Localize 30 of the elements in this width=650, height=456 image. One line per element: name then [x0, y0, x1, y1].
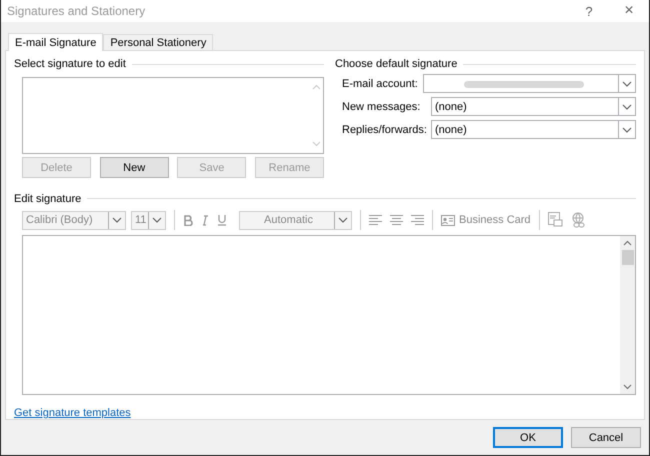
chevron-down-icon — [112, 217, 122, 224]
tab[interactable]: Personal Stationery — [103, 34, 214, 50]
window-title: Signatures and Stationery — [7, 4, 146, 18]
section-heading: Edit signature — [14, 192, 82, 205]
dropdown[interactable] — [423, 74, 636, 93]
close-button[interactable]: × — [609, 0, 649, 22]
chevron-up-icon[interactable] — [623, 240, 632, 246]
chevron-down-icon — [338, 217, 348, 224]
section-heading: Select signature to edit — [14, 58, 126, 70]
chevron-down-icon — [622, 80, 632, 86]
field-label: New messages: — [342, 100, 422, 112]
chevron-down-icon[interactable] — [623, 384, 632, 390]
scroll-thumb[interactable] — [622, 250, 634, 266]
tab[interactable]: E-mail Signature — [8, 33, 104, 51]
section-heading: Choose default signature — [335, 58, 458, 70]
chevron-down-icon — [622, 126, 632, 132]
signature-action-button[interactable]: New — [100, 157, 169, 178]
dialog-button[interactable]: OK — [493, 427, 563, 448]
dropdown[interactable]: (none) — [431, 120, 636, 139]
chevron-down-icon — [622, 104, 632, 110]
field-label: E-mail account: — [342, 78, 419, 90]
scrollbar[interactable] — [620, 236, 635, 394]
chevron-down-icon — [152, 217, 162, 224]
field-label: Replies/forwards: — [342, 124, 428, 136]
signature-list[interactable] — [22, 77, 324, 154]
dialog-button[interactable]: Cancel — [571, 427, 641, 448]
templates-link[interactable]: Get signature templates — [14, 407, 131, 419]
contact-card-icon — [441, 214, 455, 226]
dropdown[interactable]: (none) — [431, 97, 636, 116]
help-button[interactable]: ? — [569, 0, 609, 22]
